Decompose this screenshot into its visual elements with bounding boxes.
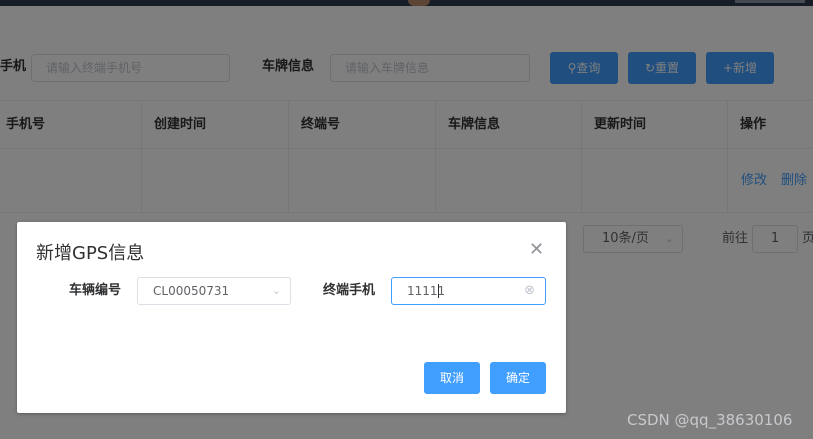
vehicle-number-label: 车辆编号 — [69, 283, 122, 298]
chevron-down-icon: ⌄ — [271, 284, 281, 297]
vehicle-number-value: CL00050731 — [153, 284, 230, 298]
cancel-button[interactable]: 取消 — [424, 362, 480, 394]
clear-circle-icon[interactable]: ⊗ — [524, 278, 535, 304]
terminal-phone-value: 11111 — [407, 284, 446, 298]
vehicle-number-select[interactable]: CL00050731 ⌄ — [137, 277, 291, 305]
terminal-phone-label: 终端手机 — [323, 283, 376, 298]
text-caret — [438, 284, 439, 298]
watermark: CSDN @qq_38630106 — [627, 411, 793, 429]
terminal-phone-input[interactable]: 11111 ⊗ — [391, 277, 546, 305]
dialog-title: 新增GPS信息 — [36, 243, 145, 264]
close-icon[interactable]: ✕ — [529, 240, 544, 260]
add-gps-dialog: 新增GPS信息 ✕ 车辆编号 CL00050731 ⌄ 终端手机 11111 ⊗… — [17, 222, 566, 413]
confirm-button[interactable]: 确定 — [490, 362, 546, 394]
